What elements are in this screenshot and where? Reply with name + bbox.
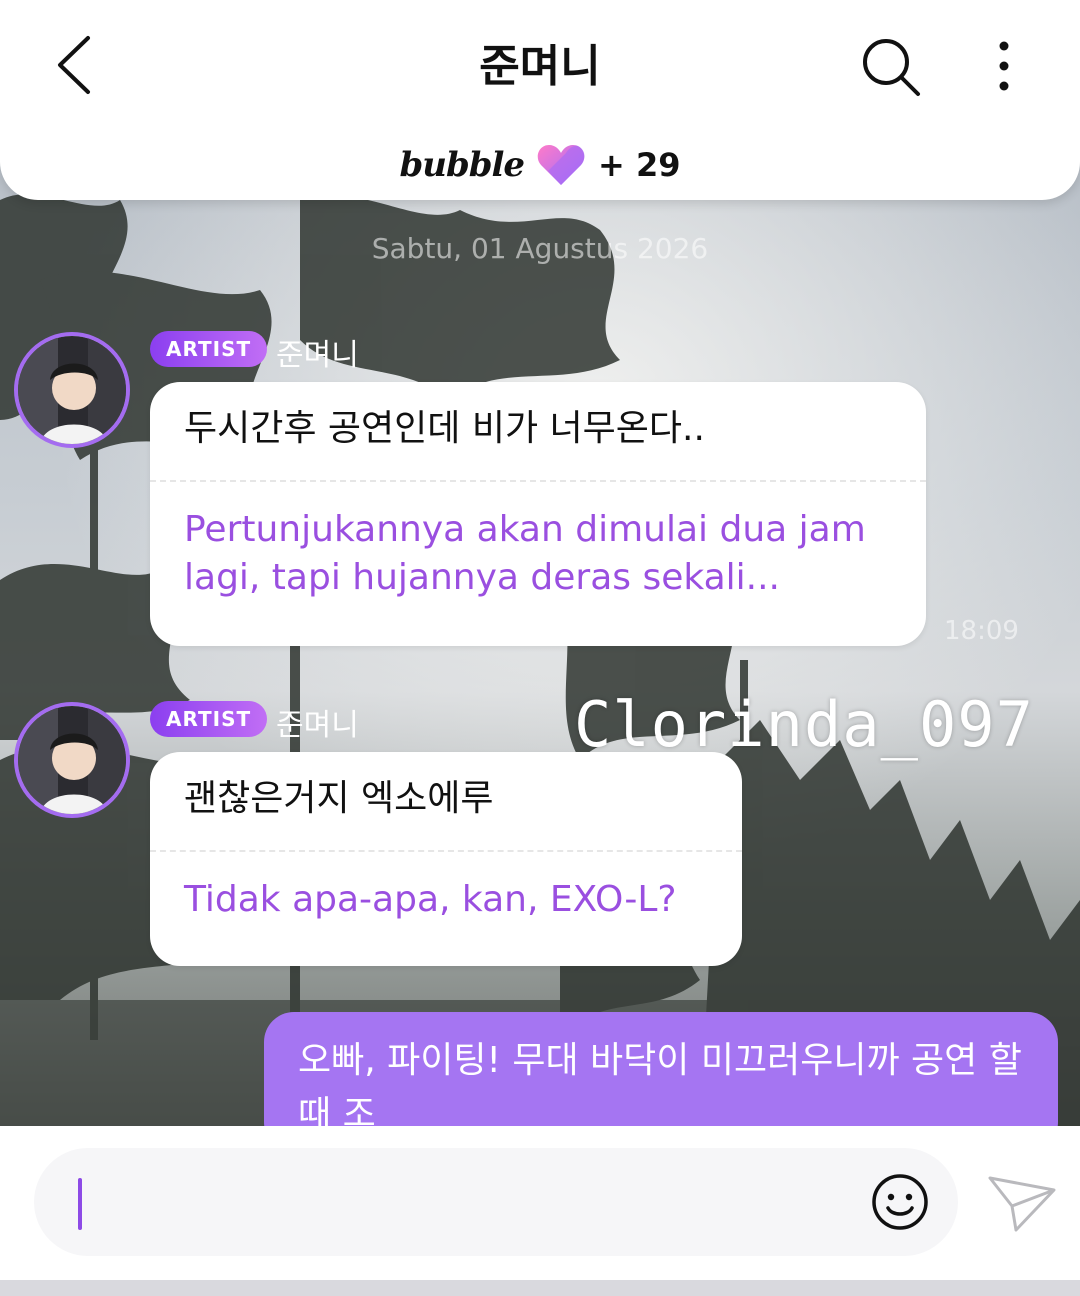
chat-area[interactable]: Sabtu, 01 Agustus 2026 ARTIST 준며니 두시간후 공… (0, 160, 1080, 1126)
bottom-strip (0, 1280, 1080, 1296)
heart-icon (537, 145, 585, 185)
artist-message-card[interactable]: 괜찮은거지 엑소에루 Tidak apa-apa, kan, EXO-L? (150, 752, 742, 966)
avatar-photo (18, 706, 126, 814)
send-button[interactable] (986, 1172, 1058, 1234)
bubble-subscription-row[interactable]: bubble + 29 (0, 140, 1080, 190)
search-button[interactable] (858, 34, 924, 100)
sender-name: 준며니 (276, 338, 359, 373)
avatar-photo (18, 336, 126, 444)
more-vertical-icon (999, 41, 1009, 91)
more-options-button[interactable] (984, 38, 1024, 94)
sender-name: 준며니 (276, 708, 359, 743)
message-time: 18:09 (944, 616, 1019, 646)
date-divider: Sabtu, 01 Agustus 2026 (371, 232, 709, 265)
message-original-text: 괜찮은거지 엑소에루 (184, 778, 494, 819)
my-message-bubble[interactable]: 오빠, 파이팅! 무대 바닥이 미끄러우니까 공연 할 때 조 (264, 1012, 1058, 1126)
artist-avatar[interactable] (14, 332, 130, 448)
artist-badge: ARTIST (150, 331, 268, 367)
artist-message-card[interactable]: 두시간후 공연인데 비가 너무온다.. Pertunjukannya akan … (150, 382, 926, 646)
watermark-text: Clorinda_097 (574, 688, 1034, 761)
message-translation-text: Pertunjukannya akan dimulai dua jam lagi… (184, 509, 866, 598)
artist-avatar[interactable] (14, 702, 130, 818)
send-icon (988, 1176, 1056, 1232)
emoji-button[interactable] (870, 1172, 930, 1232)
bubble-extra-count: + 29 (598, 146, 681, 184)
message-translation-text: Tidak apa-apa, kan, EXO-L? (184, 879, 677, 920)
message-original-text: 두시간후 공연인데 비가 너무온다.. (184, 408, 705, 449)
bubble-logo: bubble (399, 145, 525, 185)
chat-header: 준며니 bubble + 29 (0, 0, 1080, 200)
text-caret (78, 1178, 82, 1230)
artist-badge: ARTIST (150, 701, 268, 737)
message-input[interactable] (34, 1148, 958, 1256)
message-input-bar (0, 1126, 1080, 1280)
search-icon (863, 39, 920, 96)
smiley-icon (872, 1174, 928, 1230)
